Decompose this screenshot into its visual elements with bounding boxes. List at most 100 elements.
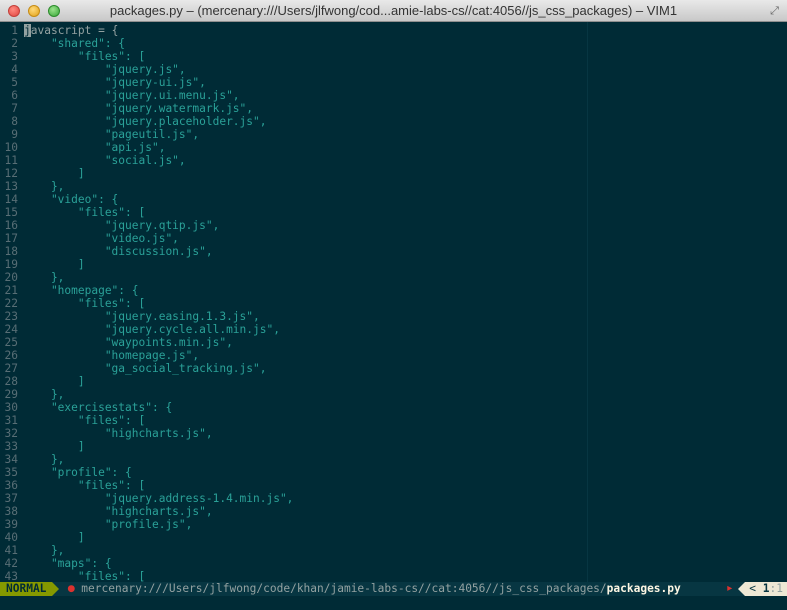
line-text: "files": [ bbox=[24, 50, 146, 63]
code-line[interactable]: 3 "files": [ bbox=[0, 50, 787, 63]
code-line[interactable]: 6 "jquery.ui.menu.js", bbox=[0, 89, 787, 102]
code-line[interactable]: 29 }, bbox=[0, 388, 787, 401]
cursor-position: < 1:1 bbox=[745, 582, 787, 596]
line-number: 12 bbox=[4, 167, 18, 180]
code-line[interactable]: 2 "shared": { bbox=[0, 37, 787, 50]
code-line[interactable]: 17 "video.js", bbox=[0, 232, 787, 245]
line-text: "highcharts.js", bbox=[24, 505, 213, 518]
line-text: "jquery.ui.menu.js", bbox=[24, 89, 240, 102]
line-text: "shared": { bbox=[24, 37, 126, 50]
line-text: "profile": { bbox=[24, 466, 132, 479]
mode-separator bbox=[52, 582, 60, 596]
line-text: "jquery.qtip.js", bbox=[24, 219, 220, 232]
code-line[interactable]: 37 "jquery.address-1.4.min.js", bbox=[0, 492, 787, 505]
command-line[interactable] bbox=[0, 596, 787, 610]
line-text: }, bbox=[24, 271, 65, 284]
code-line[interactable]: 9 "pageutil.js", bbox=[0, 128, 787, 141]
line-text: "jquery-ui.js", bbox=[24, 76, 206, 89]
code-line[interactable]: 22 "files": [ bbox=[0, 297, 787, 310]
line-text: ] bbox=[24, 167, 85, 180]
code-line[interactable]: 11 "social.js", bbox=[0, 154, 787, 167]
fullscreen-icon[interactable]: ⤢ bbox=[768, 4, 781, 17]
code-line[interactable]: 30 "exercisestats": { bbox=[0, 401, 787, 414]
line-number: 8 bbox=[11, 115, 18, 128]
code-line[interactable]: 28 ] bbox=[0, 375, 787, 388]
line-number: 32 bbox=[4, 427, 18, 440]
line-number: 4 bbox=[11, 63, 18, 76]
code-line[interactable]: 42 "maps": { bbox=[0, 557, 787, 570]
code-lines: 1 javascript = {2 "shared": {3 "files": [… bbox=[0, 24, 787, 582]
line-text: "jquery.cycle.all.min.js", bbox=[24, 323, 280, 336]
code-line[interactable]: 21 "homepage": { bbox=[0, 284, 787, 297]
line-text: "maps": { bbox=[24, 557, 112, 570]
modified-icon: ▸ bbox=[727, 583, 733, 594]
position-separator bbox=[738, 582, 746, 596]
code-line[interactable]: 7 "jquery.watermark.js", bbox=[0, 102, 787, 115]
code-line[interactable]: 40 ] bbox=[0, 531, 787, 544]
line-number: 13 bbox=[4, 180, 18, 193]
line-number: 38 bbox=[4, 505, 18, 518]
line-number: 42 bbox=[4, 557, 18, 570]
line-number: 14 bbox=[4, 193, 18, 206]
line-number: 30 bbox=[4, 401, 18, 414]
code-line[interactable]: 15 "files": [ bbox=[0, 206, 787, 219]
line-text: "video.js", bbox=[24, 232, 179, 245]
code-line[interactable]: 10 "api.js", bbox=[0, 141, 787, 154]
code-line[interactable]: 38 "highcharts.js", bbox=[0, 505, 787, 518]
line-text: "jquery.watermark.js", bbox=[24, 102, 254, 115]
line-number: 10 bbox=[4, 141, 18, 154]
code-line[interactable]: 19 ] bbox=[0, 258, 787, 271]
code-line[interactable]: 43 "files": [ bbox=[0, 570, 787, 582]
code-line[interactable]: 34 }, bbox=[0, 453, 787, 466]
code-line[interactable]: 36 "files": [ bbox=[0, 479, 787, 492]
code-line[interactable]: 12 ] bbox=[0, 167, 787, 180]
line-number: 17 bbox=[4, 232, 18, 245]
code-line[interactable]: 13 }, bbox=[0, 180, 787, 193]
line-number: 41 bbox=[4, 544, 18, 557]
line-text: }, bbox=[24, 180, 65, 193]
line-text: ] bbox=[24, 531, 85, 544]
vim-window: packages.py – (mercenary:///Users/jlfwon… bbox=[0, 0, 787, 610]
code-line[interactable]: 20 }, bbox=[0, 271, 787, 284]
line-text: "homepage": { bbox=[24, 284, 139, 297]
code-line[interactable]: 33 ] bbox=[0, 440, 787, 453]
line-text: "jquery.js", bbox=[24, 63, 186, 76]
code-line[interactable]: 18 "discussion.js", bbox=[0, 245, 787, 258]
code-line[interactable]: 27 "ga_social_tracking.js", bbox=[0, 362, 787, 375]
code-line[interactable]: 26 "homepage.js", bbox=[0, 349, 787, 362]
line-text: "video": { bbox=[24, 193, 119, 206]
code-line[interactable]: 39 "profile.js", bbox=[0, 518, 787, 531]
line-text: "files": [ bbox=[24, 297, 146, 310]
code-line[interactable]: 32 "highcharts.js", bbox=[0, 427, 787, 440]
line-number: 5 bbox=[11, 76, 18, 89]
line-number: 39 bbox=[4, 518, 18, 531]
line-number: 20 bbox=[4, 271, 18, 284]
line-text: "jquery.easing.1.3.js", bbox=[24, 310, 260, 323]
code-line[interactable]: 24 "jquery.cycle.all.min.js", bbox=[0, 323, 787, 336]
file-name: packages.py bbox=[606, 582, 681, 595]
cursor-line: 1 bbox=[762, 582, 770, 595]
line-text: "waypoints.min.js", bbox=[24, 336, 233, 349]
line-text: "files": [ bbox=[24, 414, 146, 427]
code-line[interactable]: 31 "files": [ bbox=[0, 414, 787, 427]
line-number: 1 bbox=[11, 24, 18, 37]
code-line[interactable]: 1 javascript = { bbox=[0, 24, 787, 37]
code-line[interactable]: 8 "jquery.placeholder.js", bbox=[0, 115, 787, 128]
code-line[interactable]: 16 "jquery.qtip.js", bbox=[0, 219, 787, 232]
editor-buffer[interactable]: 1 javascript = {2 "shared": {3 "files": [… bbox=[0, 22, 787, 582]
code-line[interactable]: 25 "waypoints.min.js", bbox=[0, 336, 787, 349]
code-line[interactable]: 4 "jquery.js", bbox=[0, 63, 787, 76]
status-line: NORMAL ● mercenary:///Users/jlfwong/code… bbox=[0, 582, 787, 596]
code-line[interactable]: 41 }, bbox=[0, 544, 787, 557]
line-number: 2 bbox=[11, 37, 18, 50]
cursor-column: :1 bbox=[769, 582, 783, 595]
line-text-rest: avascript = { bbox=[30, 24, 119, 37]
code-line[interactable]: 5 "jquery-ui.js", bbox=[0, 76, 787, 89]
line-text: "pageutil.js", bbox=[24, 128, 200, 141]
line-number: 29 bbox=[4, 388, 18, 401]
line-text: "files": [ bbox=[24, 206, 146, 219]
code-line[interactable]: 14 "video": { bbox=[0, 193, 787, 206]
code-line[interactable]: 23 "jquery.easing.1.3.js", bbox=[0, 310, 787, 323]
code-line[interactable]: 35 "profile": { bbox=[0, 466, 787, 479]
line-text: }, bbox=[24, 453, 65, 466]
